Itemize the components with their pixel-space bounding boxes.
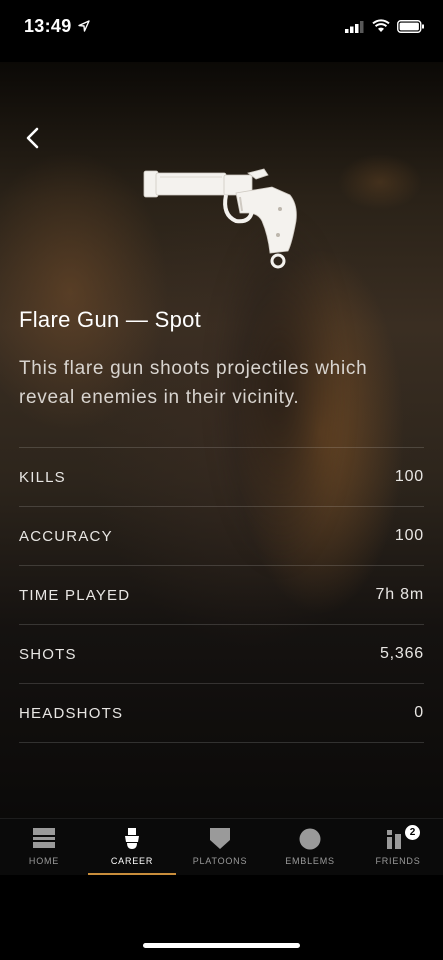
stat-value: 100 xyxy=(394,527,424,544)
weapon-description: This flare gun shoots projectiles which … xyxy=(19,358,368,408)
home-indicator[interactable] xyxy=(143,943,300,948)
back-button[interactable] xyxy=(16,121,48,155)
stat-value: 0 xyxy=(414,704,424,721)
stat-row-time-played: TIME PLAYED 7h 8m xyxy=(19,566,424,625)
stat-label: HEADSHOTS xyxy=(19,704,124,722)
wifi-icon xyxy=(372,19,390,32)
tab-friends[interactable]: 2 FRIENDS xyxy=(354,819,442,875)
tab-platoons[interactable]: PLATOONS xyxy=(176,819,264,875)
location-arrow-icon xyxy=(78,20,90,32)
stat-label: KILLS xyxy=(19,468,66,486)
stat-value: 100 xyxy=(394,468,424,485)
flare-gun-image xyxy=(143,168,297,269)
battery-icon xyxy=(397,20,424,33)
friends-badge: 2 xyxy=(405,825,420,840)
chevron-left-icon xyxy=(26,127,39,149)
circle-emblem-icon xyxy=(299,828,321,850)
status-bar: 13:49 xyxy=(0,0,443,55)
stat-label: SHOTS xyxy=(19,645,77,663)
tab-label: EMBLEMS xyxy=(285,856,335,866)
stat-row-accuracy: ACCURACY 100 xyxy=(19,507,424,566)
stat-row-kills: KILLS 100 xyxy=(19,448,424,507)
tab-career[interactable]: CAREER xyxy=(88,819,176,875)
tab-label: HOME xyxy=(28,856,60,866)
stat-value: 7h 8m xyxy=(375,586,424,603)
cellular-signal-icon xyxy=(345,21,364,33)
active-tab-indicator xyxy=(88,873,176,875)
status-time: 13:49 xyxy=(24,16,72,36)
stat-value: 5,366 xyxy=(379,645,424,662)
shield-icon xyxy=(210,828,230,849)
stat-label: TIME PLAYED xyxy=(19,586,131,604)
tab-home[interactable]: HOME xyxy=(0,819,88,875)
soldier-icon xyxy=(125,828,139,849)
weapon-title: Flare Gun — Spot xyxy=(19,307,202,332)
bottom-tab-bar: HOME CAREER PLATOONS EMBLEMS 2 FRIENDS xyxy=(0,818,443,875)
tab-label: CAREER xyxy=(110,856,154,866)
stats-table: KILLS 100 ACCURACY 100 TIME PLAYED 7h 8m… xyxy=(19,447,424,743)
tab-label: FRIENDS xyxy=(375,856,421,866)
stat-row-headshots: HEADSHOTS 0 xyxy=(19,684,424,743)
stat-label: ACCURACY xyxy=(19,527,113,545)
tab-emblems[interactable]: EMBLEMS xyxy=(266,819,354,875)
stat-row-shots: SHOTS 5,366 xyxy=(19,625,424,684)
tab-label: PLATOONS xyxy=(192,856,248,866)
home-icon xyxy=(33,828,55,848)
